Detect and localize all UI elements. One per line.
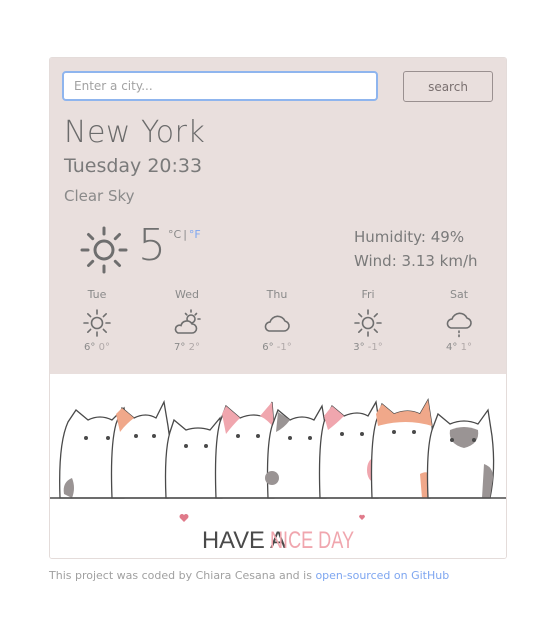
weather-card: search New York Tuesday 20:33 Clear Sky … <box>49 57 507 559</box>
forecast-max: 3° <box>353 342 365 353</box>
cloud-sun-icon <box>174 309 201 334</box>
wind-speed: Wind: 3.13 km/h <box>354 252 478 270</box>
weather-panel: search New York Tuesday 20:33 Clear Sky … <box>50 58 506 374</box>
current-temperature: 5 <box>138 220 166 271</box>
forecast-min: -1° <box>367 342 383 353</box>
forecast-temps: 6° -1° <box>242 342 312 353</box>
footer: This project was coded by Chiara Cesana … <box>49 569 449 582</box>
forecast-day-name: Tue <box>87 288 107 301</box>
weather-description: Clear Sky <box>64 187 135 205</box>
github-link[interactable]: open-sourced on GitHub <box>315 569 449 582</box>
sun-icon <box>354 309 382 337</box>
forecast-day-name: Thu <box>266 288 288 301</box>
forecast-day-name: Sat <box>449 288 469 301</box>
forecast-temps: 3° -1° <box>333 342 403 353</box>
sun-icon <box>83 309 111 337</box>
forecast-day: Wed 7° 2° <box>152 288 222 353</box>
forecast-max: 6° <box>84 342 96 353</box>
unit-toggle: °C | °F <box>168 228 201 241</box>
forecast-max: 4° <box>446 342 458 353</box>
search-button[interactable]: search <box>403 71 493 102</box>
forecast-row: Tue 6° 0° Wed 7° 2° Thu 6° -1° Fri 3° -1… <box>50 288 506 364</box>
cats-illustration: HAVE A NICE DAY <box>50 374 506 558</box>
forecast-min: 1° <box>460 342 472 353</box>
forecast-day: Sat 4° 1° <box>424 288 494 353</box>
forecast-min: 2° <box>188 342 200 353</box>
fahrenheit-link[interactable]: °F <box>189 228 201 241</box>
forecast-day: Tue 6° 0° <box>62 288 132 353</box>
forecast-day: Fri 3° -1° <box>333 288 403 353</box>
city-name: New York <box>64 115 206 150</box>
forecast-day-name: Fri <box>361 288 375 301</box>
cloud-drizzle-icon <box>446 312 472 338</box>
unit-separator: | <box>183 228 187 241</box>
forecast-min: 0° <box>98 342 110 353</box>
forecast-max: 6° <box>262 342 274 353</box>
humidity: Humidity: 49% <box>354 228 465 246</box>
forecast-temps: 6° 0° <box>62 342 132 353</box>
city-search-input[interactable] <box>62 71 378 101</box>
celsius-unit[interactable]: °C <box>168 228 181 241</box>
current-datetime: Tuesday 20:33 <box>64 155 203 177</box>
sun-icon <box>80 226 128 274</box>
forecast-day-name: Wed <box>175 288 199 301</box>
footer-text: This project was coded by Chiara Cesana … <box>49 569 312 582</box>
cloud-icon <box>264 315 290 332</box>
forecast-min: -1° <box>276 342 292 353</box>
forecast-temps: 4° 1° <box>424 342 494 353</box>
forecast-day: Thu 6° -1° <box>242 288 312 353</box>
forecast-max: 7° <box>174 342 186 353</box>
forecast-temps: 7° 2° <box>152 342 222 353</box>
illustration-text-nice-day: NICE DAY <box>270 527 354 554</box>
